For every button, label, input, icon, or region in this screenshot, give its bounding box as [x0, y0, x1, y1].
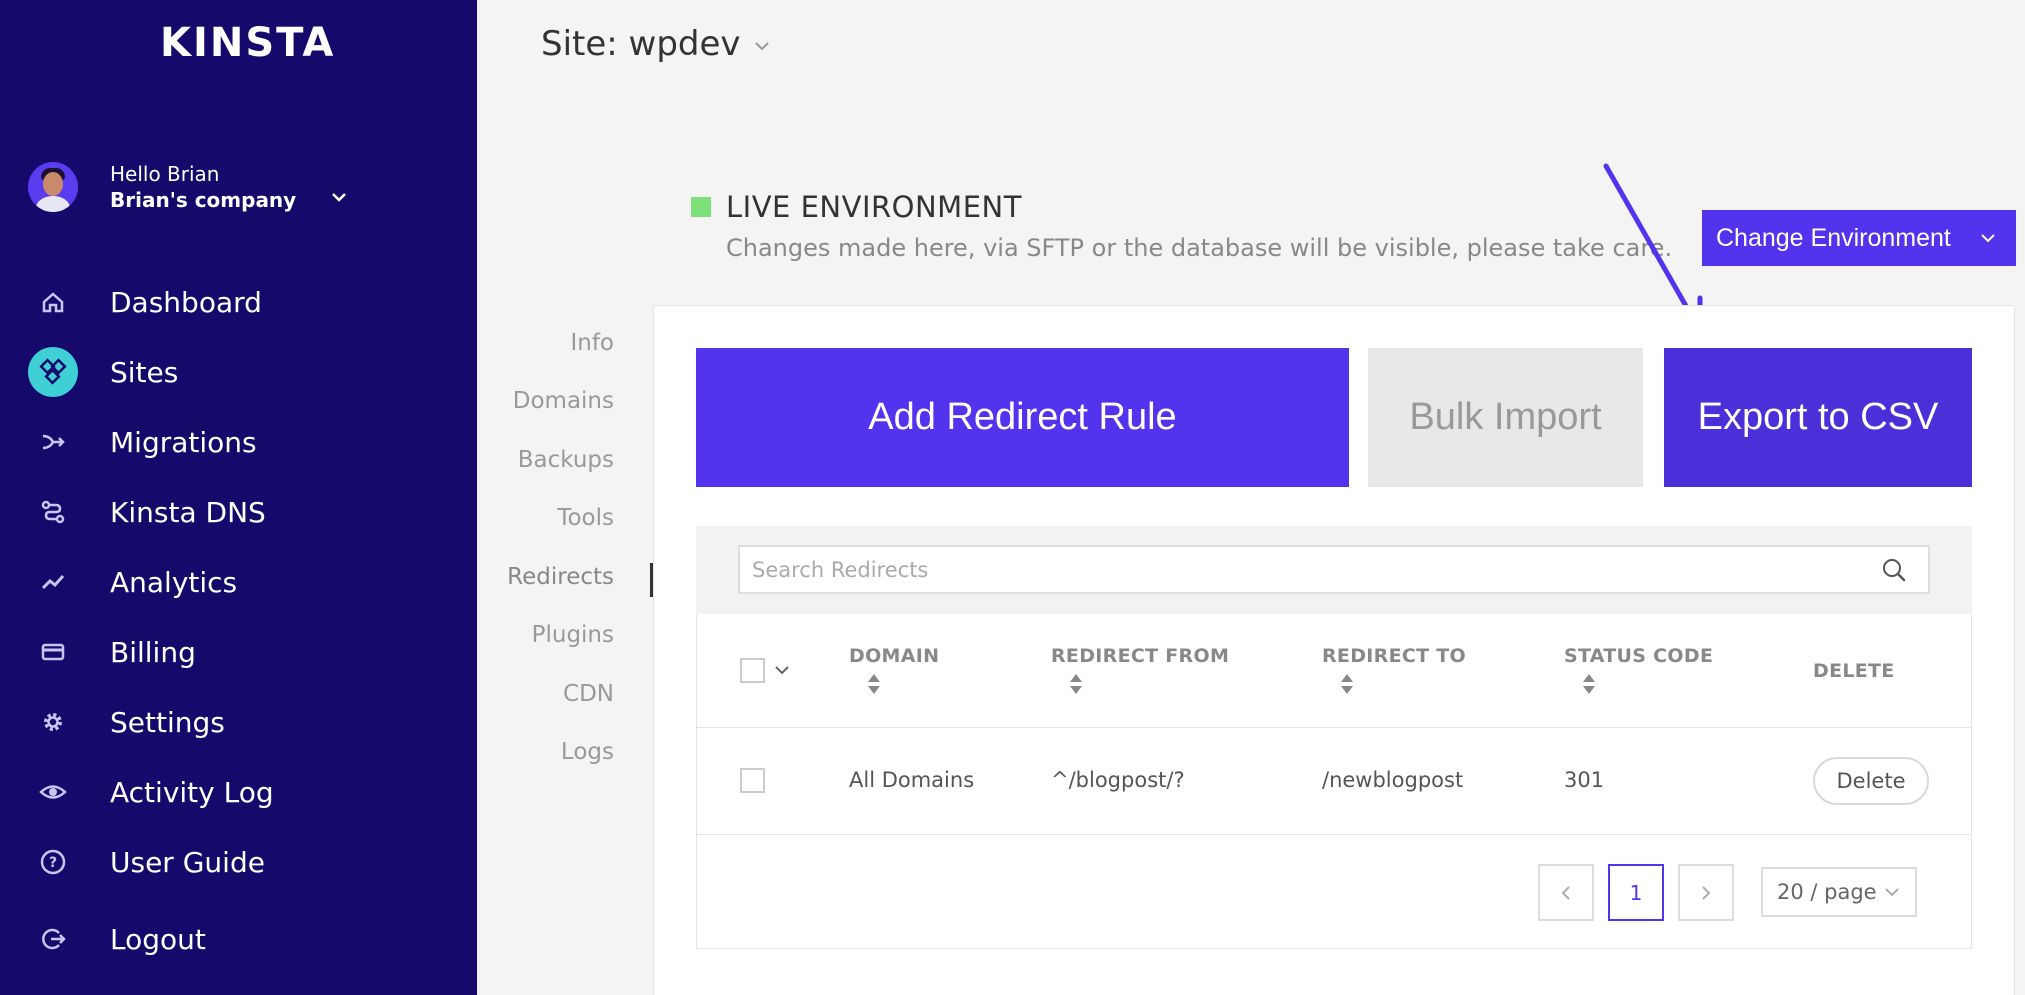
select-all-checkbox[interactable]	[740, 658, 765, 683]
subnav-item-logs[interactable]: Logs	[561, 739, 614, 765]
nav-label: Analytics	[110, 565, 238, 599]
home-icon	[28, 277, 78, 327]
chevron-down-icon[interactable]	[752, 36, 772, 56]
gear-icon	[28, 697, 78, 747]
export-to-csv-button[interactable]: Export to CSV	[1664, 348, 1972, 487]
sites-icon	[28, 347, 78, 397]
table-header	[696, 614, 1972, 728]
search-input[interactable]	[738, 545, 1930, 594]
chevron-right-icon	[1702, 885, 1711, 900]
prev-page-button[interactable]	[1538, 864, 1594, 921]
logout-icon	[28, 914, 78, 964]
cell-domain: All Domains	[849, 768, 975, 792]
kinsta-logo[interactable]: KINSTA	[160, 20, 335, 66]
subnav-item-domains[interactable]: Domains	[513, 388, 614, 414]
page-number-current[interactable]: 1	[1608, 864, 1664, 921]
nav-label: Kinsta DNS	[110, 495, 266, 529]
subnav-item-tools[interactable]: Tools	[557, 505, 614, 531]
nav-item-sites[interactable]: Sites	[0, 342, 477, 402]
site-name: wpdev	[628, 24, 741, 64]
page-size-value: 20 / page	[1777, 880, 1877, 904]
nav-item-migrations[interactable]: Migrations	[0, 412, 477, 472]
chevron-down-icon[interactable]	[773, 661, 791, 679]
sort-icon[interactable]	[867, 673, 881, 695]
subnav-item-plugins[interactable]: Plugins	[532, 622, 614, 648]
nav-label: User Guide	[110, 845, 265, 879]
row-divider	[696, 834, 1972, 835]
subnav-item-info[interactable]: Info	[570, 330, 614, 356]
cell-redirect-from: ^/blogpost/?	[1051, 768, 1185, 792]
nav-label: Billing	[110, 635, 196, 669]
subnav-item-redirects[interactable]: Redirects	[507, 564, 614, 590]
svg-text:?: ?	[49, 855, 57, 871]
cell-status-code: 301	[1564, 768, 1605, 792]
nav-item-billing[interactable]: Billing	[0, 622, 477, 682]
eye-icon	[28, 767, 78, 817]
company-name: Brian's company	[110, 188, 297, 212]
add-redirect-rule-button[interactable]: Add Redirect Rule	[696, 348, 1349, 487]
page-size-select[interactable]: 20 / page	[1761, 867, 1917, 917]
sort-icon[interactable]	[1340, 673, 1354, 695]
change-environment-label: Change Environment	[1716, 223, 1951, 252]
change-environment-button[interactable]: Change Environment	[1702, 210, 2016, 266]
nav-label: Migrations	[110, 425, 257, 459]
analytics-icon	[28, 557, 78, 607]
next-page-button[interactable]	[1678, 864, 1734, 921]
column-header-domain[interactable]: DOMAIN	[849, 645, 939, 667]
nav-item-user-guide[interactable]: ? User Guide	[0, 832, 477, 892]
site-label: Site:	[541, 24, 618, 64]
subnav-item-backups[interactable]: Backups	[518, 447, 614, 473]
chevron-down-icon	[1885, 888, 1899, 897]
nav-item-kinsta-dns[interactable]: Kinsta DNS	[0, 482, 477, 542]
subnav-item-cdn[interactable]: CDN	[563, 681, 614, 707]
nav-label: Sites	[110, 355, 179, 389]
environment-status-indicator	[691, 197, 711, 217]
user-greeting: Hello Brian	[110, 162, 220, 186]
chevron-down-icon[interactable]	[328, 186, 350, 208]
site-selector[interactable]: Site: wpdev	[541, 24, 741, 64]
delete-button[interactable]: Delete	[1813, 757, 1929, 805]
nav-item-logout[interactable]: Logout	[0, 909, 477, 969]
nav-item-settings[interactable]: Settings	[0, 692, 477, 752]
help-icon: ?	[28, 837, 78, 887]
nav-label: Settings	[110, 705, 225, 739]
environment-description: Changes made here, via SFTP or the datab…	[726, 234, 1673, 262]
nav-item-dashboard[interactable]: Dashboard	[0, 272, 477, 332]
sort-icon[interactable]	[1582, 673, 1596, 695]
column-header-delete: DELETE	[1813, 660, 1895, 682]
dns-icon	[28, 487, 78, 537]
column-header-redirect-from[interactable]: REDIRECT FROM	[1051, 645, 1229, 667]
cell-redirect-to: /newblogpost	[1322, 768, 1464, 792]
chevron-down-icon	[1981, 234, 1995, 243]
nav-label: Dashboard	[110, 285, 262, 319]
nav-label: Activity Log	[110, 775, 274, 809]
row-checkbox[interactable]	[740, 768, 765, 793]
bulk-import-button[interactable]: Bulk Import	[1368, 348, 1643, 487]
nav-label: Logout	[110, 922, 206, 956]
environment-title: LIVE ENVIRONMENT	[726, 190, 1022, 224]
avatar	[28, 162, 78, 212]
billing-icon	[28, 627, 78, 677]
column-header-status-code[interactable]: STATUS CODE	[1564, 645, 1713, 667]
column-header-redirect-to[interactable]: REDIRECT TO	[1322, 645, 1466, 667]
user-menu[interactable]: Hello Brian Brian's company	[28, 162, 448, 218]
sidebar: KINSTA Hello Brian Brian's company Dashb…	[0, 0, 477, 995]
sort-icon[interactable]	[1069, 673, 1083, 695]
search-icon[interactable]	[1880, 556, 1908, 584]
nav-item-analytics[interactable]: Analytics	[0, 552, 477, 612]
migrations-icon	[28, 417, 78, 467]
chevron-left-icon	[1561, 885, 1570, 900]
nav-item-activity-log[interactable]: Activity Log	[0, 762, 477, 822]
